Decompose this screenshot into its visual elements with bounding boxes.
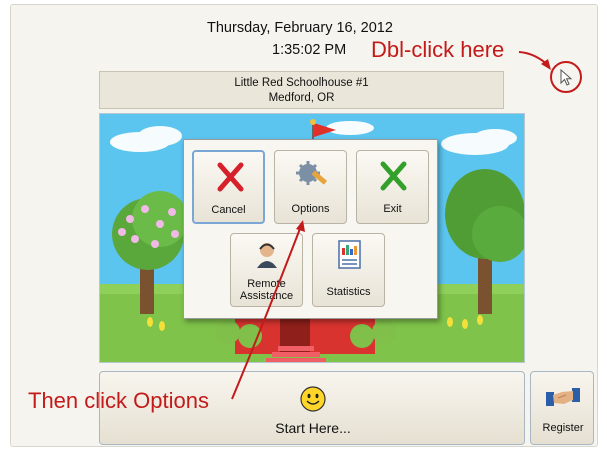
mouse-pointer-icon <box>560 69 573 86</box>
current-date: Thursday, February 16, 2012 <box>207 20 393 36</box>
start-here-label: Start Here... <box>275 420 351 436</box>
register-label: Register <box>542 422 584 434</box>
register-button[interactable]: Register <box>530 371 594 445</box>
exit-button[interactable]: Exit <box>356 150 429 224</box>
remote-label-line1: Remote <box>247 278 286 290</box>
smiley-icon <box>300 386 326 412</box>
school-location: Medford, OR <box>268 92 335 104</box>
gear-wrench-icon <box>296 161 328 185</box>
red-x-icon <box>217 162 244 192</box>
remote-assistance-button[interactable]: Remote Assistance <box>230 233 303 307</box>
handshake-icon <box>546 388 580 406</box>
current-time: 1:35:02 PM <box>272 42 347 58</box>
school-info-bar: Little Red Schoolhouse #1 Medford, OR <box>99 71 504 109</box>
cancel-button[interactable]: Cancel <box>192 150 265 224</box>
remote-assistance-label: Remote Assistance <box>231 278 302 302</box>
school-name: Little Red Schoolhouse #1 <box>234 77 369 89</box>
statistics-button[interactable]: Statistics <box>312 233 385 307</box>
then-click-annotation: Then click Options <box>28 388 209 413</box>
hidden-menu-hotspot[interactable] <box>550 61 582 93</box>
statistics-label: Statistics <box>326 286 371 298</box>
green-x-icon <box>380 161 407 191</box>
remote-label-line2: Assistance <box>239 290 294 302</box>
chart-report-icon <box>338 240 361 269</box>
admin-menu-dialog: Cancel Options Exit Remote Assistance St… <box>183 139 438 319</box>
exit-label: Exit <box>383 203 402 215</box>
double-click-annotation: Dbl-click here <box>371 37 505 62</box>
options-label: Options <box>291 203 330 215</box>
cancel-label: Cancel <box>211 204 246 216</box>
support-person-icon <box>257 243 277 268</box>
options-button[interactable]: Options <box>274 150 347 224</box>
